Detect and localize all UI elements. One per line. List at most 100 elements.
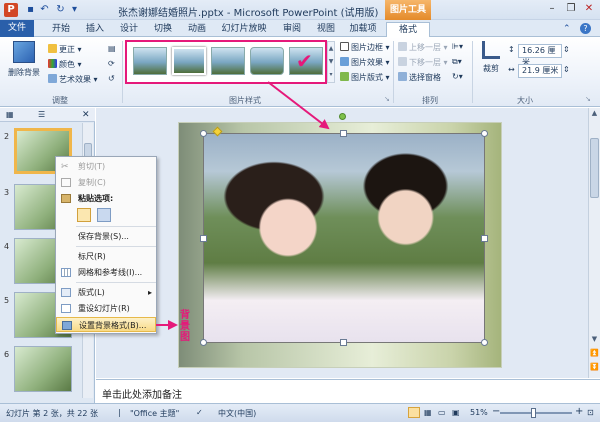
change-picture-icon[interactable]: ⟳: [108, 59, 115, 68]
tab-home[interactable]: 开始: [46, 22, 76, 37]
next-slide-icon[interactable]: ⏬: [589, 362, 600, 373]
menu-item-save-background[interactable]: 保存背景(S)...: [56, 229, 156, 244]
tab-format[interactable]: 格式: [386, 22, 430, 38]
tab-file[interactable]: 文件: [0, 20, 34, 37]
palette-icon: [48, 59, 57, 68]
fit-to-window-icon[interactable]: ⊡: [587, 408, 594, 417]
picture-effects-button[interactable]: 图片效果 ▾: [340, 57, 390, 68]
menu-separator: [76, 282, 156, 283]
menu-item-layout[interactable]: 版式(L) ▸: [56, 285, 156, 300]
menu-item-reset-slide[interactable]: 重设幻灯片(R): [56, 301, 156, 316]
save-icon[interactable]: ▪: [24, 3, 37, 16]
slide-thumbnail-6[interactable]: [14, 346, 72, 392]
zoom-level[interactable]: 51%: [470, 408, 488, 417]
reading-view-icon[interactable]: ▭: [438, 408, 446, 417]
context-menu: ✂ 剪切(T) 复制(C) 粘贴选项: 保存背景(S)... 标尺(R) 网格和参…: [55, 156, 157, 334]
picture-style-4[interactable]: [250, 47, 284, 75]
customize-icon[interactable]: ▾: [68, 3, 81, 16]
wedding-photo[interactable]: [203, 133, 485, 343]
minimize-icon[interactable]: –: [543, 2, 561, 16]
menu-item-ruler[interactable]: 标尺(R): [56, 249, 156, 264]
artistic-effects-button[interactable]: 艺术效果 ▾: [48, 74, 98, 85]
resize-handle-bottom-left[interactable]: [200, 339, 207, 346]
resize-handle-bottom[interactable]: [340, 339, 347, 346]
resize-handle-right[interactable]: [481, 235, 488, 242]
restore-icon[interactable]: ❐: [562, 2, 580, 16]
corrections-button[interactable]: 更正 ▾: [48, 44, 82, 55]
tab-slideshow[interactable]: 幻灯片放映: [218, 22, 270, 37]
menu-item-format-background[interactable]: 设置背景格式(B)...: [56, 317, 156, 332]
notes-pane[interactable]: 单击此处添加备注: [96, 379, 600, 403]
rotation-handle[interactable]: [339, 113, 346, 120]
zoom-slider-knob[interactable]: [531, 408, 536, 418]
close-icon[interactable]: ✕: [580, 2, 598, 16]
height-spinner-icon[interactable]: ⇕: [563, 45, 570, 54]
crop-button[interactable]: 裁剪: [478, 41, 504, 74]
spelling-icon[interactable]: ✓: [196, 408, 203, 417]
scroll-thumb[interactable]: [590, 138, 599, 198]
slide-number: 6: [4, 350, 10, 359]
width-spinner-icon[interactable]: ⇕: [563, 65, 570, 74]
tab-review[interactable]: 审阅: [278, 22, 306, 37]
send-backward-button[interactable]: 下移一层 ▾: [398, 57, 448, 68]
paste-option-2-icon[interactable]: [97, 208, 111, 222]
slide-sorter-icon[interactable]: ▦: [424, 408, 432, 417]
tab-view[interactable]: 视图: [312, 22, 340, 37]
align-icon[interactable]: ⊫▾: [452, 42, 463, 51]
resize-handle-bottom-right[interactable]: [481, 339, 488, 346]
undo-icon[interactable]: ↶: [38, 3, 51, 16]
tab-design[interactable]: 设计: [114, 22, 144, 37]
menu-item-grid-guides[interactable]: 网格和参考线(I)...: [56, 265, 156, 280]
picture-style-3[interactable]: [211, 47, 245, 75]
menu-item-cut[interactable]: ✂ 剪切(T): [56, 159, 156, 174]
picture-style-2[interactable]: [172, 47, 206, 75]
language-status[interactable]: 中文(中国): [218, 408, 256, 419]
previous-slide-icon[interactable]: ⏫: [589, 348, 600, 359]
picture-style-1[interactable]: [133, 47, 167, 75]
zoom-slider[interactable]: [500, 412, 572, 414]
group-icon[interactable]: ⧉▾: [452, 57, 462, 67]
pane-close-icon[interactable]: ✕: [82, 109, 90, 121]
help-icon[interactable]: ?: [580, 23, 591, 34]
reset-picture-icon[interactable]: ↺: [108, 74, 115, 83]
redo-icon[interactable]: ↻: [54, 3, 67, 16]
resize-handle-left[interactable]: [200, 235, 207, 242]
normal-view-icon[interactable]: [408, 407, 420, 418]
dialog-launcher-icon[interactable]: ↘: [384, 95, 390, 103]
tab-addins[interactable]: 加载项: [345, 22, 381, 37]
slides-tab-icon[interactable]: ▦: [6, 109, 14, 121]
scroll-down-icon[interactable]: ▼: [589, 334, 600, 345]
resize-handle-top-left[interactable]: [200, 130, 207, 137]
slide-vertical-scrollbar[interactable]: ▲ ▼ ⏫ ⏬: [588, 108, 600, 378]
menu-separator: [76, 226, 156, 227]
picture-layout-button[interactable]: 图片版式 ▾: [340, 72, 390, 83]
width-field[interactable]: 21.9 厘米: [518, 64, 562, 78]
resize-handle-top[interactable]: [340, 130, 347, 137]
tab-transitions[interactable]: 切换: [148, 22, 178, 37]
send-backward-icon: [398, 57, 407, 66]
height-field[interactable]: 16.26 厘米: [518, 44, 562, 67]
menu-item-copy[interactable]: 复制(C): [56, 175, 156, 190]
outline-tab-icon[interactable]: ☰: [38, 109, 45, 121]
color-button[interactable]: 颜色 ▾: [48, 59, 82, 70]
picture-border-button[interactable]: 图片边框 ▾: [340, 42, 390, 53]
bring-forward-button[interactable]: 上移一层 ▾: [398, 42, 448, 53]
rotate-icon[interactable]: ↻▾: [452, 72, 463, 81]
picture-styles-gallery[interactable]: ✔: [125, 40, 327, 84]
tab-animations[interactable]: 动画: [182, 22, 212, 37]
slideshow-view-icon[interactable]: ▣: [452, 408, 460, 417]
resize-handle-top-right[interactable]: [481, 130, 488, 137]
size-dialog-launcher-icon[interactable]: ↘: [585, 95, 591, 103]
picture-style-5[interactable]: ✔: [289, 47, 323, 75]
ribbon-collapse-icon[interactable]: ⌃: [563, 24, 571, 34]
clipboard-icon: [61, 194, 71, 203]
selection-pane-button[interactable]: 选择窗格: [398, 72, 441, 83]
gallery-scroll[interactable]: ▲ ▼ ▾: [327, 41, 335, 83]
compress-pictures-icon[interactable]: ▤: [108, 44, 116, 53]
paste-option-1-icon[interactable]: [77, 208, 91, 222]
tab-insert[interactable]: 插入: [80, 22, 110, 37]
remove-background-button[interactable]: 删除背景: [6, 41, 42, 78]
scroll-up-icon[interactable]: ▲: [589, 108, 600, 119]
zoom-in-icon[interactable]: +: [575, 406, 583, 417]
size-group-label: 大小: [517, 96, 533, 105]
